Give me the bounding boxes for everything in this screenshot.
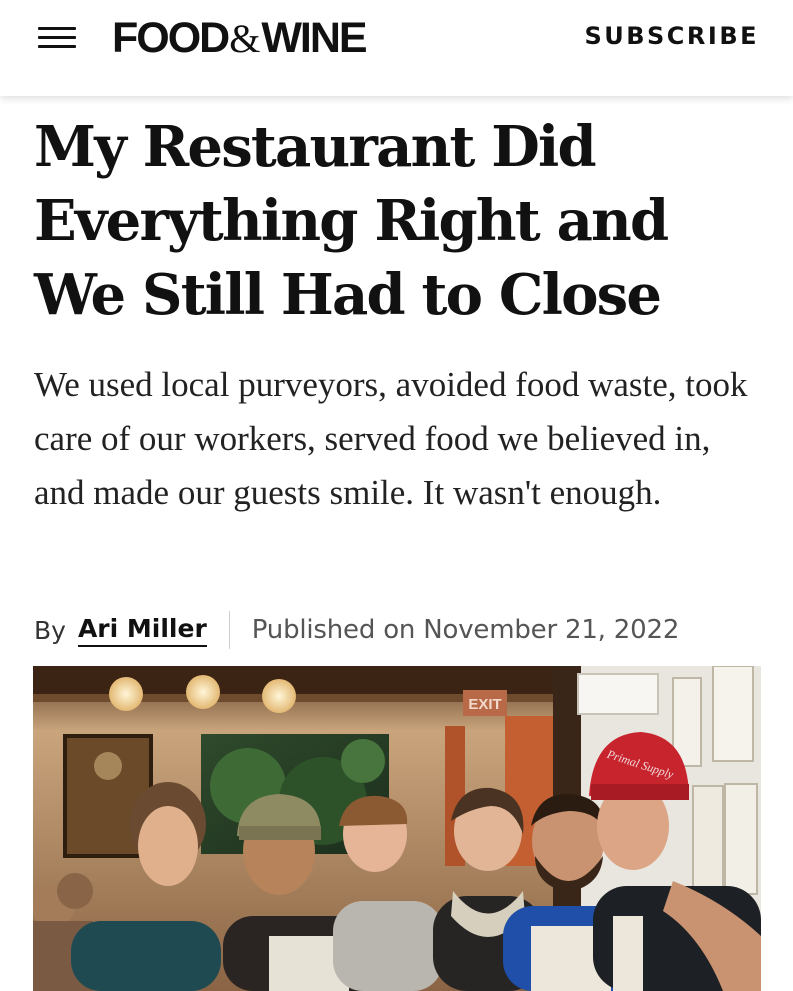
food-and-wine-logo[interactable]: FOOD & WINE	[112, 14, 368, 62]
site-header: FOOD & WINE SUBSCRIBE	[0, 0, 793, 96]
article-dek: We used local purveyors, avoided food wa…	[34, 365, 748, 512]
byline-prefix: By	[34, 615, 66, 645]
restaurant-staff-photo-illustration: EXITPrimal Supply	[33, 666, 761, 991]
hamburger-menu-icon[interactable]	[38, 27, 76, 49]
author-link[interactable]: Ari Miller	[77, 614, 207, 647]
logo-ampersand: &	[229, 16, 261, 61]
logo-word-food: FOOD	[112, 14, 230, 62]
article-headline: My Restaurant Did Everything Right and W…	[34, 114, 669, 328]
byline: By Ari Miller Published on November 21, …	[34, 608, 679, 652]
byline-divider	[228, 611, 230, 649]
exit-sign-text: EXIT	[468, 696, 501, 713]
subscribe-button[interactable]: SUBSCRIBE	[584, 22, 759, 50]
publish-date: Published on November 21, 2022	[251, 615, 680, 645]
hero-photo: EXIT Primal Supply	[33, 666, 761, 991]
logo-word-wine: WINE	[261, 14, 367, 62]
